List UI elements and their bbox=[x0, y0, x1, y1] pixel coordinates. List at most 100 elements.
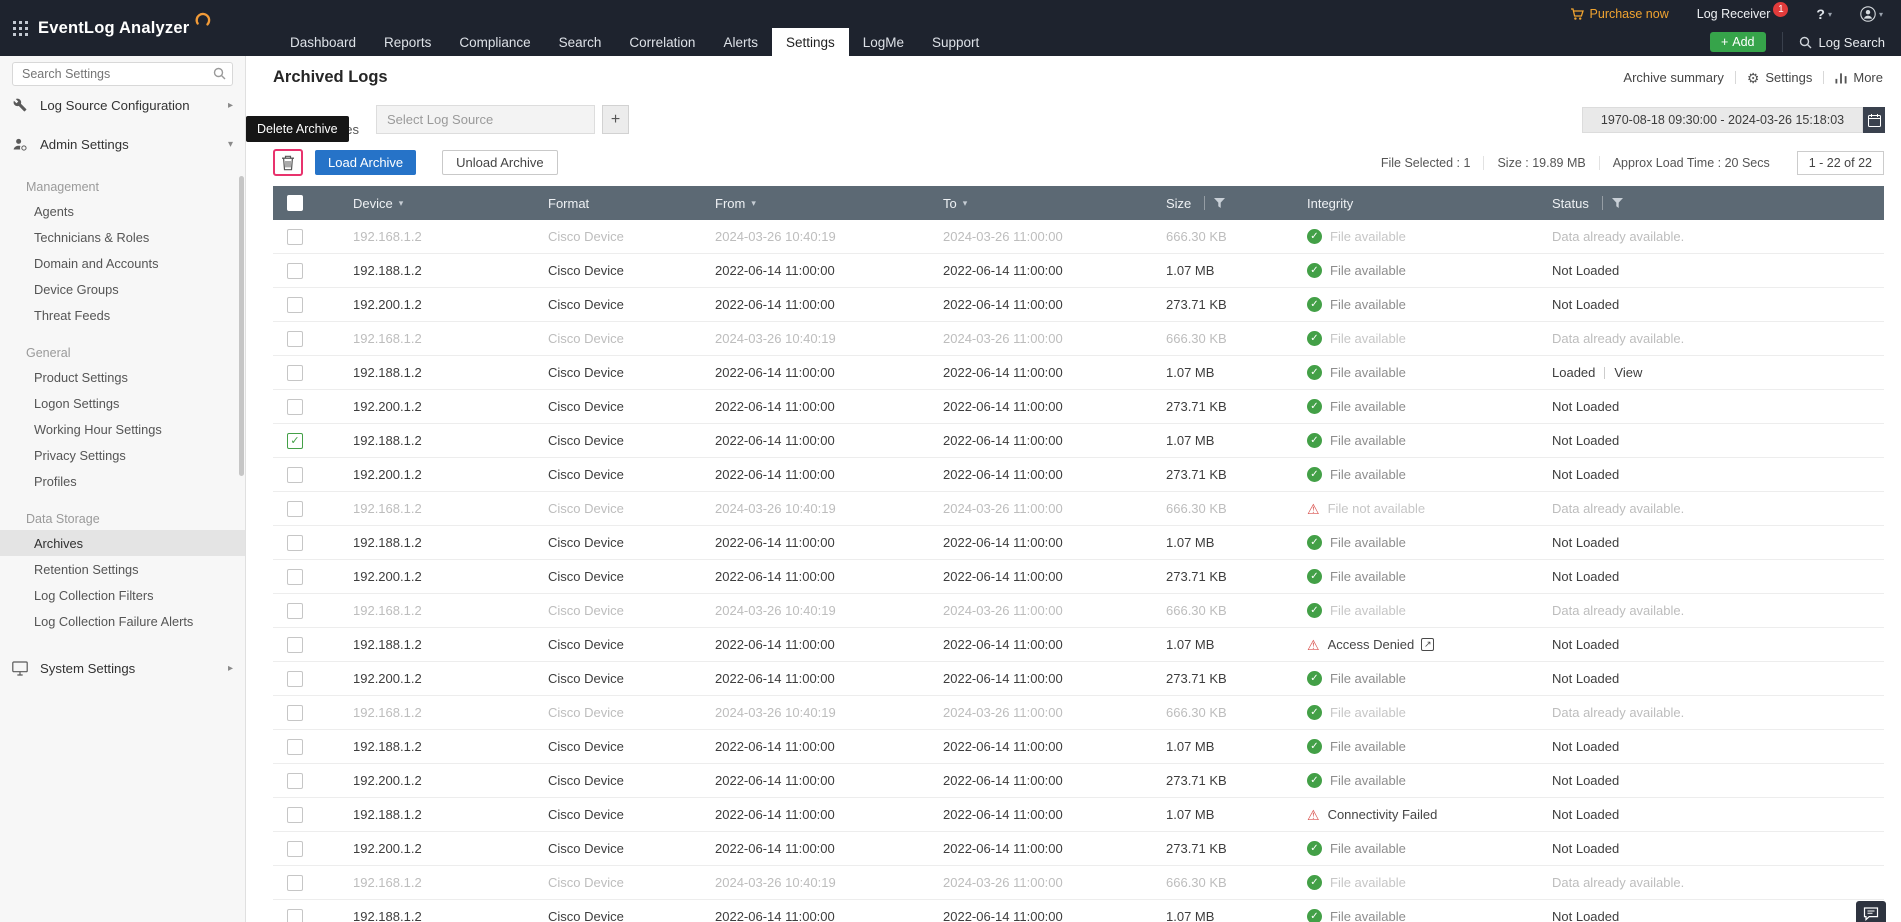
nav-tab-correlation[interactable]: Correlation bbox=[615, 28, 709, 56]
sidebar-item-retention-settings[interactable]: Retention Settings bbox=[0, 556, 245, 582]
table-row[interactable]: 192.188.1.2 Cisco Device 2022-06-14 11:0… bbox=[273, 526, 1884, 560]
row-checkbox[interactable] bbox=[287, 636, 303, 653]
help-menu[interactable]: ? ▾ bbox=[1816, 6, 1832, 22]
row-checkbox[interactable] bbox=[287, 670, 303, 687]
table-row[interactable]: 192.200.1.2 Cisco Device 2022-06-14 11:0… bbox=[273, 458, 1884, 492]
row-checkbox[interactable] bbox=[287, 466, 303, 483]
add-button[interactable]: + Add bbox=[1709, 32, 1766, 52]
table-row[interactable]: 192.200.1.2 Cisco Device 2022-06-14 11:0… bbox=[273, 288, 1884, 322]
column-header-integrity[interactable]: Integrity bbox=[1293, 186, 1531, 220]
table-row[interactable]: 192.200.1.2 Cisco Device 2022-06-14 11:0… bbox=[273, 662, 1884, 696]
nav-tab-logme[interactable]: LogMe bbox=[849, 28, 918, 56]
sidebar-item-system-settings[interactable]: System Settings ▸ bbox=[0, 650, 245, 686]
row-checkbox[interactable] bbox=[287, 772, 303, 789]
more-link[interactable]: More bbox=[1835, 70, 1883, 85]
row-checkbox[interactable] bbox=[287, 296, 303, 313]
nav-tab-search[interactable]: Search bbox=[545, 28, 616, 56]
nav-tab-compliance[interactable]: Compliance bbox=[445, 28, 544, 56]
nav-tab-support[interactable]: Support bbox=[918, 28, 993, 56]
view-link[interactable]: View bbox=[1614, 365, 1642, 380]
sidebar-item-privacy-settings[interactable]: Privacy Settings bbox=[0, 442, 245, 468]
table-row[interactable]: 192.168.1.2 Cisco Device 2024-03-26 10:4… bbox=[273, 492, 1884, 526]
log-receiver-link[interactable]: Log Receiver 1 bbox=[1697, 2, 1789, 21]
sidebar-item-technicians-roles[interactable]: Technicians & Roles bbox=[0, 224, 245, 250]
table-row[interactable]: 192.168.1.2 Cisco Device 2024-03-26 10:4… bbox=[273, 220, 1884, 254]
nav-tab-dashboard[interactable]: Dashboard bbox=[276, 28, 370, 56]
row-checkbox[interactable] bbox=[287, 738, 303, 755]
delete-archive-button[interactable] bbox=[273, 149, 303, 176]
row-checkbox[interactable] bbox=[287, 806, 303, 823]
select-all-checkbox[interactable] bbox=[287, 195, 303, 211]
sidebar-item-threat-feeds[interactable]: Threat Feeds bbox=[0, 302, 245, 328]
table-row[interactable]: 192.188.1.2 Cisco Device 2022-06-14 11:0… bbox=[273, 730, 1884, 764]
row-checkbox[interactable] bbox=[287, 840, 303, 857]
column-header-device[interactable]: Device ▾ bbox=[317, 186, 513, 220]
row-checkbox[interactable] bbox=[287, 262, 303, 279]
row-checkbox[interactable] bbox=[287, 704, 303, 721]
row-checkbox[interactable] bbox=[287, 364, 303, 381]
column-header-to[interactable]: To ▾ bbox=[909, 186, 1135, 220]
row-checkbox[interactable] bbox=[287, 534, 303, 551]
nav-tab-alerts[interactable]: Alerts bbox=[709, 28, 772, 56]
filter-icon[interactable] bbox=[1214, 198, 1226, 208]
calendar-button[interactable] bbox=[1863, 107, 1885, 133]
load-archive-button[interactable]: Load Archive bbox=[315, 150, 417, 175]
sidebar-scrollbar[interactable] bbox=[239, 176, 244, 476]
table-row[interactable]: 192.200.1.2 Cisco Device 2022-06-14 11:0… bbox=[273, 832, 1884, 866]
table-row[interactable]: 192.200.1.2 Cisco Device 2022-06-14 11:0… bbox=[273, 390, 1884, 424]
archive-summary-link[interactable]: Archive summary bbox=[1623, 70, 1723, 85]
filter-icon[interactable] bbox=[1611, 198, 1623, 208]
row-checkbox[interactable] bbox=[287, 432, 303, 449]
row-checkbox[interactable] bbox=[287, 602, 303, 619]
sidebar-item-archives[interactable]: Archives bbox=[0, 530, 245, 556]
sidebar-item-domain-and-accounts[interactable]: Domain and Accounts bbox=[0, 250, 245, 276]
table-row[interactable]: 192.188.1.2 Cisco Device 2022-06-14 11:0… bbox=[273, 628, 1884, 662]
table-row[interactable]: 192.200.1.2 Cisco Device 2022-06-14 11:0… bbox=[273, 764, 1884, 798]
table-row[interactable]: 192.168.1.2 Cisco Device 2024-03-26 10:4… bbox=[273, 866, 1884, 900]
sidebar-item-product-settings[interactable]: Product Settings bbox=[0, 364, 245, 390]
row-checkbox[interactable] bbox=[287, 568, 303, 585]
sidebar-item-device-groups[interactable]: Device Groups bbox=[0, 276, 245, 302]
column-header-from[interactable]: From ▾ bbox=[681, 186, 909, 220]
sidebar-item-working-hour-settings[interactable]: Working Hour Settings bbox=[0, 416, 245, 442]
table-row[interactable]: 192.188.1.2 Cisco Device 2022-06-14 11:0… bbox=[273, 424, 1884, 458]
apps-grid-icon[interactable] bbox=[13, 20, 28, 36]
sidebar-item-log-source-configuration[interactable]: Log Source Configuration ▸ bbox=[0, 90, 245, 120]
pagination[interactable]: 1 - 22 of 22 bbox=[1796, 150, 1884, 175]
column-header-format[interactable]: Format bbox=[513, 186, 681, 220]
table-row[interactable]: 192.168.1.2 Cisco Device 2024-03-26 10:4… bbox=[273, 322, 1884, 356]
sidebar-item-log-collection-filters[interactable]: Log Collection Filters bbox=[0, 582, 245, 608]
settings-link[interactable]: ⚙ Settings bbox=[1747, 70, 1813, 85]
table-row[interactable]: 192.200.1.2 Cisco Device 2022-06-14 11:0… bbox=[273, 560, 1884, 594]
user-menu[interactable]: ▾ bbox=[1860, 6, 1883, 22]
sidebar-item-admin-settings[interactable]: Admin Settings ▾ bbox=[0, 126, 245, 162]
table-row[interactable]: 192.188.1.2 Cisco Device 2022-06-14 11:0… bbox=[273, 356, 1884, 390]
external-link-icon[interactable]: ↗ bbox=[1421, 638, 1435, 651]
table-row[interactable]: 192.188.1.2 Cisco Device 2022-06-14 11:0… bbox=[273, 798, 1884, 832]
sidebar-item-agents[interactable]: Agents bbox=[0, 198, 245, 224]
chat-fab[interactable] bbox=[1856, 901, 1886, 922]
add-log-source-button[interactable]: + bbox=[602, 105, 629, 134]
sidebar-item-log-collection-failure-alerts[interactable]: Log Collection Failure Alerts bbox=[0, 608, 245, 634]
column-header-status[interactable]: Status bbox=[1531, 186, 1884, 220]
table-row[interactable]: 192.168.1.2 Cisco Device 2024-03-26 10:4… bbox=[273, 696, 1884, 730]
row-checkbox[interactable] bbox=[287, 500, 303, 517]
row-checkbox[interactable] bbox=[287, 398, 303, 415]
table-row[interactable]: 192.188.1.2 Cisco Device 2022-06-14 11:0… bbox=[273, 900, 1884, 922]
purchase-now-link[interactable]: Purchase now bbox=[1570, 7, 1669, 21]
column-header-size[interactable]: Size bbox=[1135, 186, 1293, 220]
table-row[interactable]: 192.168.1.2 Cisco Device 2024-03-26 10:4… bbox=[273, 594, 1884, 628]
nav-tab-reports[interactable]: Reports bbox=[370, 28, 445, 56]
row-checkbox[interactable] bbox=[287, 228, 303, 245]
table-row[interactable]: 192.188.1.2 Cisco Device 2022-06-14 11:0… bbox=[273, 254, 1884, 288]
row-checkbox[interactable] bbox=[287, 908, 303, 922]
nav-tab-settings[interactable]: Settings bbox=[771, 28, 849, 56]
sidebar-item-logon-settings[interactable]: Logon Settings bbox=[0, 390, 245, 416]
search-settings-input[interactable] bbox=[12, 62, 233, 86]
sidebar-item-profiles[interactable]: Profiles bbox=[0, 468, 245, 494]
log-source-select[interactable]: Select Log Source bbox=[376, 105, 595, 134]
log-search-button[interactable]: Log Search bbox=[1781, 32, 1885, 52]
date-range-input[interactable]: 1970-08-18 09:30:00 - 2024-03-26 15:18:0… bbox=[1582, 107, 1863, 133]
row-checkbox[interactable] bbox=[287, 874, 303, 891]
row-checkbox[interactable] bbox=[287, 330, 303, 347]
